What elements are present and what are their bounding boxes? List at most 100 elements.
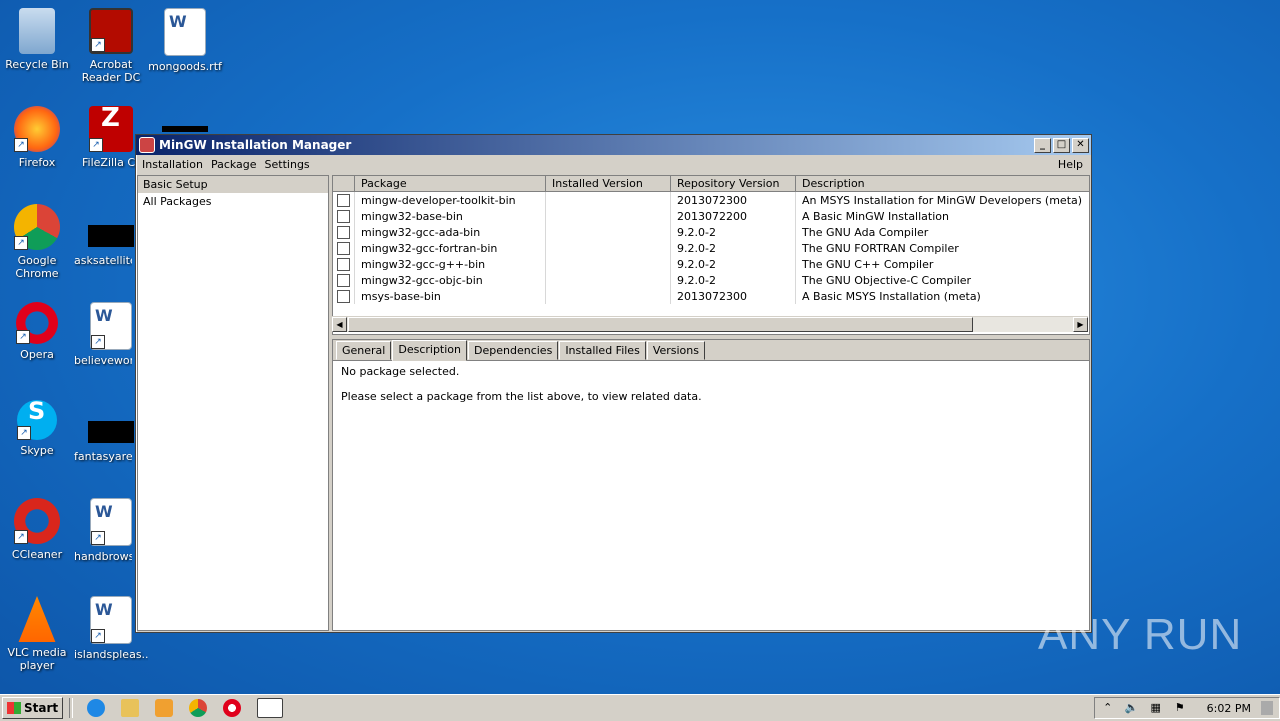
- desktop-icon-label: Google Chrome: [15, 254, 59, 280]
- table-row[interactable]: mingw32-base-bin 2013072200 A Basic MinGW …: [333, 208, 1089, 224]
- column-repository-version[interactable]: Repository Version: [670, 176, 796, 192]
- package-list: Package Installed Version Repository Ver…: [332, 175, 1090, 335]
- acrobat-icon: ↗: [89, 8, 133, 54]
- scroll-right-arrow-icon[interactable]: ▶: [1073, 317, 1088, 332]
- tab-versions[interactable]: Versions: [646, 341, 705, 360]
- scrollbar-thumb[interactable]: [348, 317, 973, 332]
- show-desktop-icon[interactable]: [1261, 701, 1273, 715]
- table-row[interactable]: mingw32-gcc-fortran-bin 9.2.0-2 The GNU FO…: [333, 240, 1089, 256]
- menu-package[interactable]: Package: [209, 158, 263, 171]
- desktop-icon-label: fantasyare: [74, 450, 132, 463]
- table-row[interactable]: msys-base-bin 2013072300 A Basic MSYS Inst…: [333, 288, 1089, 304]
- volume-icon[interactable]: 🔈: [1125, 701, 1139, 715]
- desktop-icon-chrome[interactable]: ↗ Google Chrome: [0, 204, 74, 280]
- menu-help[interactable]: Help: [1056, 158, 1087, 171]
- minimize-button[interactable]: _: [1034, 137, 1051, 153]
- word-document-icon: W ↗: [90, 596, 132, 644]
- package-checkbox[interactable]: [337, 241, 350, 255]
- tab-general[interactable]: General: [336, 341, 392, 360]
- desktop-icon-label: handbrowse: [74, 550, 132, 563]
- package-checkbox[interactable]: [337, 257, 350, 271]
- desktop-icon-label: mongoods.rtf: [148, 60, 222, 73]
- table-row[interactable]: mingw32-gcc-ada-bin 9.2.0-2 The GNU Ada Co…: [333, 224, 1089, 240]
- horizontal-scrollbar[interactable]: ◀ ▶: [332, 316, 1088, 332]
- column-description[interactable]: Description: [795, 176, 1089, 192]
- scroll-left-arrow-icon[interactable]: ◀: [332, 317, 347, 332]
- column-installed-version[interactable]: Installed Version: [545, 176, 671, 192]
- chrome-taskbar-icon[interactable]: [189, 699, 208, 717]
- chrome-icon: ↗: [14, 204, 60, 250]
- internet-explorer-icon[interactable]: [87, 699, 106, 717]
- installed-version: [545, 240, 671, 256]
- repository-version: 9.2.0-2: [670, 240, 796, 256]
- file-explorer-icon[interactable]: [121, 699, 140, 717]
- installed-version: [545, 191, 671, 208]
- tab-description[interactable]: Description: [392, 340, 468, 361]
- column-package[interactable]: Package: [354, 176, 546, 192]
- package-checkbox[interactable]: [337, 273, 350, 287]
- menubar: Installation Package Settings Help: [136, 155, 1091, 173]
- desktop-icon-label: Firefox: [18, 156, 56, 169]
- category-all-packages[interactable]: All Packages: [138, 193, 328, 210]
- table-row[interactable]: mingw-developer-toolkit-bin 2013072300 An …: [333, 191, 1089, 208]
- package-name: mingw32-gcc-fortran-bin: [354, 240, 546, 256]
- menu-installation[interactable]: Installation: [140, 158, 209, 171]
- desktop-icon-firefox[interactable]: ↗ Firefox: [0, 106, 74, 169]
- media-player-icon[interactable]: [155, 699, 174, 717]
- tab-installed-files[interactable]: Installed Files: [559, 341, 646, 360]
- repository-version: 2013072300: [670, 191, 796, 208]
- desktop-icon-skype[interactable]: S ↗ Skype: [0, 399, 74, 457]
- windows-flag-icon: [7, 702, 21, 714]
- package-description: The GNU C++ Compiler: [795, 256, 1089, 272]
- detail-message-2: Please select a package from the list ab…: [341, 390, 702, 403]
- checkbox-column-header[interactable]: [333, 176, 355, 192]
- package-checkbox[interactable]: [337, 225, 350, 239]
- package-checkbox[interactable]: [337, 289, 350, 303]
- firefox-icon: ↗: [14, 106, 60, 152]
- package-description: A Basic MinGW Installation: [795, 208, 1089, 224]
- desktop-icon-recycle-bin[interactable]: Recycle Bin: [0, 8, 74, 71]
- package-checkbox[interactable]: [337, 209, 350, 223]
- desktop-icon-label: islandspleas...: [74, 648, 148, 661]
- desktop-icon-label: believework: [74, 354, 132, 367]
- table-row[interactable]: mingw32-gcc-g++-bin 9.2.0-2 The GNU C++ Co…: [333, 256, 1089, 272]
- category-list: Basic Setup All Packages: [137, 175, 329, 631]
- word-document-icon: W: [164, 8, 206, 56]
- maximize-button[interactable]: □: [1053, 137, 1070, 153]
- mingw-taskbar-icon[interactable]: [257, 698, 284, 718]
- filezilla-icon: Z ↗: [89, 105, 133, 152]
- skype-icon: S ↗: [17, 399, 57, 440]
- package-detail-panel: General Description Dependencies Install…: [332, 339, 1090, 631]
- table-row[interactable]: mingw32-gcc-objc-bin 9.2.0-2 The GNU Objec…: [333, 272, 1089, 288]
- desktop-icon-vlc[interactable]: VLC media player: [0, 596, 74, 672]
- mingw-window[interactable]: MinGW Installation Manager _ □ ✕ Install…: [135, 134, 1092, 633]
- clock[interactable]: 6:02 PM: [1197, 702, 1251, 715]
- tab-dependencies[interactable]: Dependencies: [468, 341, 559, 360]
- package-name: msys-base-bin: [354, 288, 546, 304]
- package-checkbox[interactable]: [337, 193, 350, 207]
- repository-version: 9.2.0-2: [670, 256, 796, 272]
- desktop-icon-mongoods[interactable]: W mongoods.rtf: [148, 8, 222, 73]
- network-icon[interactable]: ▦: [1149, 701, 1163, 715]
- close-button[interactable]: ✕: [1072, 137, 1089, 153]
- package-name: mingw32-base-bin: [354, 208, 546, 224]
- opera-taskbar-icon[interactable]: [223, 699, 242, 717]
- desktop-icon-opera[interactable]: ↗ Opera: [0, 302, 74, 361]
- action-center-flag-icon[interactable]: ⚑: [1173, 701, 1187, 715]
- redacted-icon-block: [88, 225, 134, 247]
- desktop-icon-acrobat[interactable]: ↗ Acrobat Reader DC: [74, 8, 148, 84]
- category-basic-setup[interactable]: Basic Setup: [138, 176, 328, 193]
- tray-expand-icon[interactable]: ⌃: [1101, 701, 1115, 715]
- installed-version: [545, 272, 671, 288]
- package-description: An MSYS Installation for MinGW Developer…: [795, 191, 1089, 208]
- desktop-icon-ccleaner[interactable]: ↗ CCleaner: [0, 498, 74, 561]
- detail-tabs: General Description Dependencies Install…: [333, 340, 1089, 361]
- system-tray: ⌃ 🔈 ▦ ⚑ 6:02 PM: [1093, 697, 1280, 719]
- redacted-bar: [162, 126, 208, 132]
- start-button[interactable]: Start: [2, 697, 64, 719]
- vlc-cone-icon: [18, 596, 56, 642]
- window-titlebar[interactable]: MinGW Installation Manager _ □ ✕: [136, 135, 1091, 155]
- menu-settings[interactable]: Settings: [263, 158, 316, 171]
- repository-version: 2013072200: [670, 208, 796, 224]
- taskbar: Start ⌃ 🔈 ▦ ⚑ 6:02 PM: [0, 694, 1280, 721]
